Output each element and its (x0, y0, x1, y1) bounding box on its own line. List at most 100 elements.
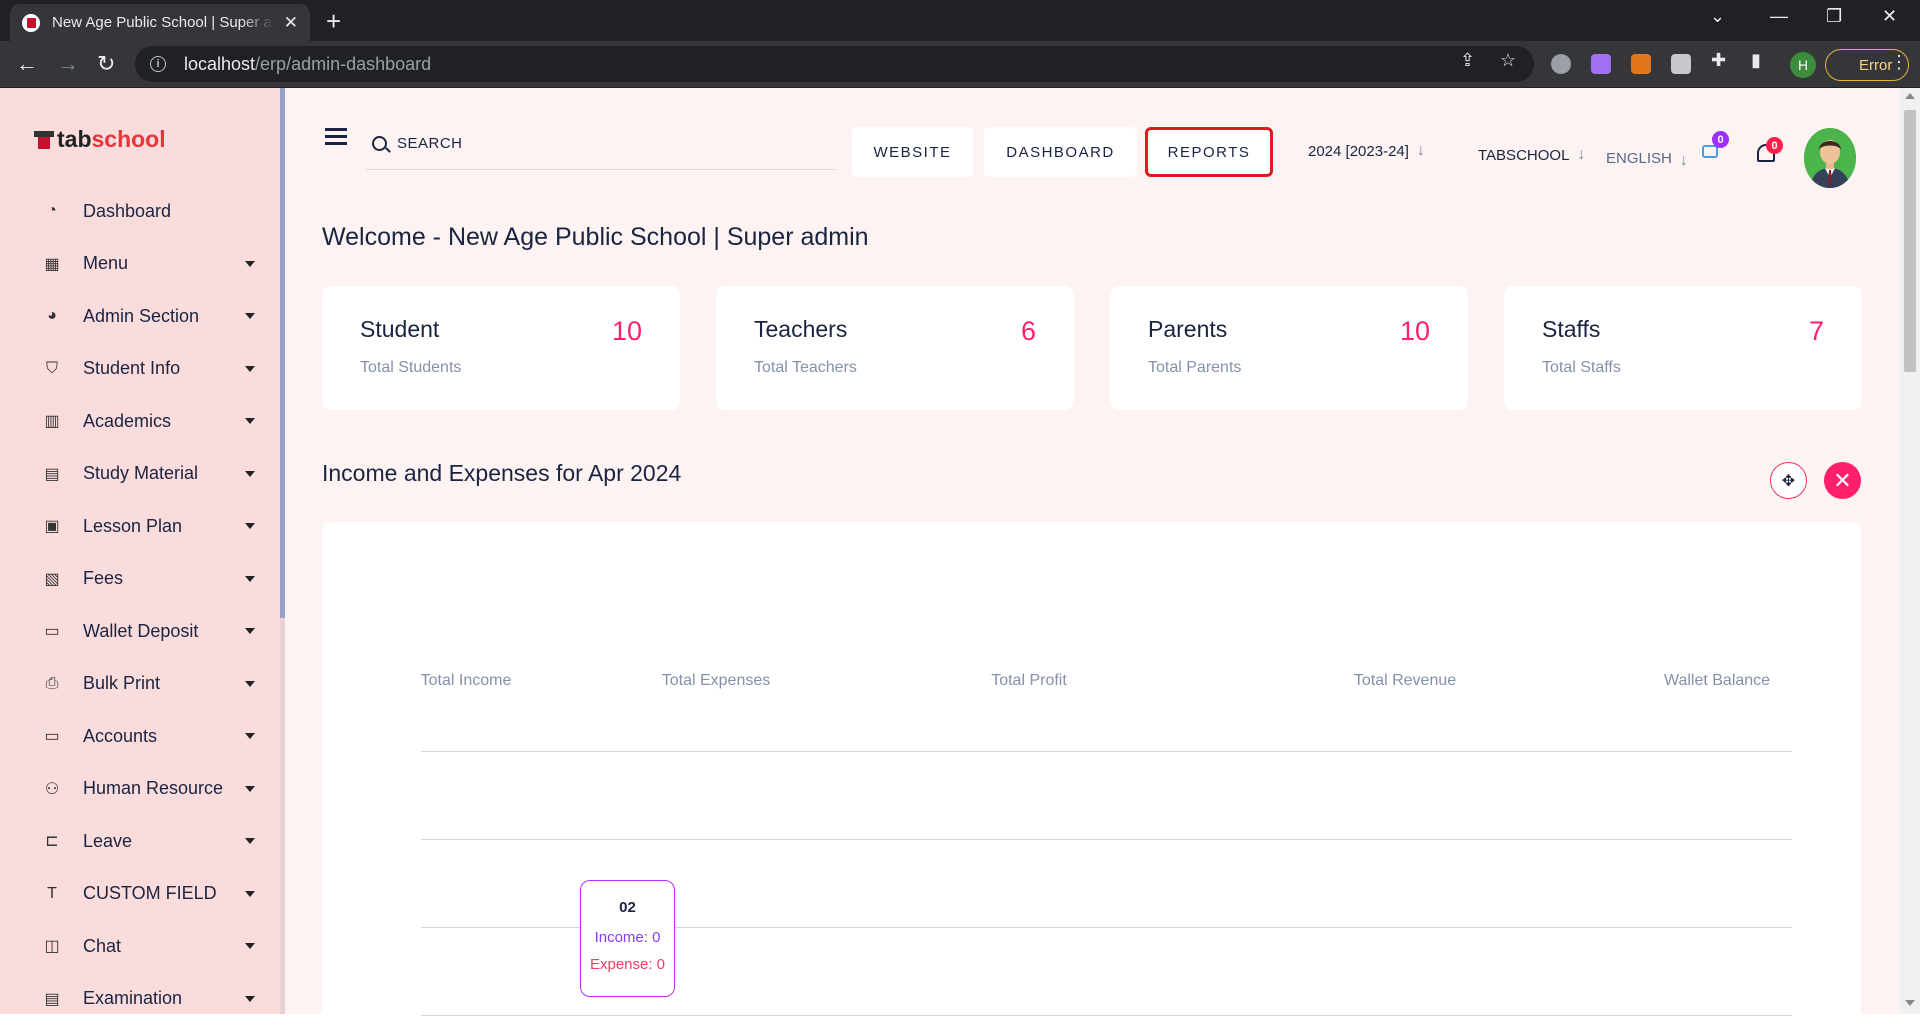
language-dropdown[interactable]: ENGLISH↓ (1606, 146, 1688, 170)
chart-gridline (421, 839, 1792, 840)
forward-arrow-icon[interactable]: → (57, 51, 79, 77)
close-icon[interactable]: ✕ (1824, 462, 1861, 499)
stat-value: 10 (1400, 316, 1430, 347)
search-input[interactable]: SEARCH (366, 118, 836, 170)
sidebar-item-fees[interactable]: ▧Fees (0, 553, 280, 606)
scroll-down-arrow-icon[interactable] (1905, 1000, 1915, 1006)
caret-down-icon[interactable] (245, 418, 255, 424)
sidebar-item-examination[interactable]: ▤Examination (0, 973, 280, 1025)
staffs-stat-card[interactable]: Staffs Total Staffs 7 (1504, 286, 1862, 410)
text-box-icon: T (42, 884, 62, 904)
messages-button[interactable]: 0 (1702, 145, 1720, 161)
tooltip-income: Income: 0 (581, 929, 674, 946)
messages-count-badge: 0 (1712, 131, 1729, 148)
caret-down-icon[interactable] (245, 576, 255, 582)
new-tab-icon[interactable]: + (326, 6, 341, 37)
caret-down-icon[interactable] (245, 471, 255, 477)
tab-search-chevron-icon[interactable]: ⌄ (1710, 6, 1725, 27)
dashboard-button[interactable]: DASHBOARD (984, 127, 1137, 177)
sidebar-item-academics[interactable]: ▥Academics (0, 395, 280, 448)
reports-button[interactable]: REPORTS (1145, 127, 1273, 177)
browser-toolbar: ← → ↻ i localhost/erp/admin-dashboard ⇪ … (0, 41, 1920, 88)
caret-down-icon[interactable] (245, 943, 255, 949)
sidebar-item-admin-section[interactable]: ◕Admin Section (0, 290, 280, 343)
main-scrollbar[interactable] (1900, 88, 1920, 1014)
sidebar-item-menu[interactable]: ▦Menu (0, 238, 280, 291)
sidebar-item-label: Bulk Print (83, 673, 160, 694)
side-panel-icon[interactable]: ▮ (1751, 50, 1761, 71)
caret-down-icon[interactable] (245, 628, 255, 634)
caret-down-icon[interactable] (245, 523, 255, 529)
teachers-stat-card[interactable]: Teachers Total Teachers 6 (716, 286, 1074, 410)
caret-down-icon[interactable] (245, 681, 255, 687)
stat-title: Parents (1148, 316, 1227, 343)
caret-down-icon[interactable] (245, 838, 255, 844)
legend-total-expenses[interactable]: Total Expenses (662, 672, 771, 690)
sidebar-item-bulk-print[interactable]: ⎙Bulk Print (0, 658, 280, 711)
close-tab-icon[interactable]: ✕ (284, 13, 298, 33)
sidebar-item-student-info[interactable]: ⛉Student Info (0, 343, 280, 396)
minimize-icon[interactable]: — (1770, 6, 1788, 27)
caret-down-icon[interactable] (245, 891, 255, 897)
sidebar-item-study-material[interactable]: ▤Study Material (0, 448, 280, 501)
session-dropdown[interactable]: 2024 [2023-24]↓ (1308, 142, 1425, 160)
sidebar-scroll-thumb[interactable] (280, 88, 285, 618)
sidebar-scrollbar[interactable] (280, 88, 285, 1014)
sidebar-item-label: CUSTOM FIELD (83, 883, 217, 904)
sidebar-item-label: Academics (83, 411, 171, 432)
arrow-down-icon: ↓ (1417, 142, 1425, 160)
notifications-button[interactable]: 0 (1757, 141, 1779, 165)
sidebar-item-leave[interactable]: ⊏Leave (0, 815, 280, 868)
legend-total-income[interactable]: Total Income (421, 672, 512, 690)
back-arrow-icon[interactable]: ← (16, 51, 38, 77)
share-icon[interactable]: ⇪ (1460, 50, 1475, 71)
scroll-up-arrow-icon[interactable] (1905, 93, 1915, 99)
move-icon[interactable]: ✥ (1770, 462, 1807, 499)
caret-down-icon[interactable] (245, 366, 255, 372)
tabschool-logo[interactable]: tabschool (34, 126, 166, 153)
url-host: localhost (184, 54, 255, 74)
parents-stat-card[interactable]: Parents Total Parents 10 (1110, 286, 1468, 410)
reload-icon[interactable]: ↻ (97, 51, 115, 77)
website-button[interactable]: WEBSITE (852, 127, 973, 177)
caret-down-icon[interactable] (245, 313, 255, 319)
school-dropdown[interactable]: TABSCHOOL↓ (1478, 146, 1585, 164)
grammarly-extension-icon[interactable] (1551, 54, 1571, 74)
bookmark-star-icon[interactable]: ☆ (1500, 50, 1516, 71)
address-bar[interactable]: i localhost/erp/admin-dashboard (135, 46, 1534, 82)
sidebar-item-custom-field[interactable]: T CUSTOM FIELD (0, 868, 280, 921)
caret-down-icon[interactable] (245, 733, 255, 739)
chart-gridline (421, 751, 1792, 752)
restore-icon[interactable]: ❐ (1826, 6, 1842, 27)
legend-total-profit[interactable]: Total Profit (991, 672, 1067, 690)
metamask-extension-icon[interactable] (1631, 54, 1651, 74)
caret-down-icon[interactable] (245, 786, 255, 792)
main-scroll-thumb[interactable] (1904, 110, 1916, 372)
profile-extension-icon[interactable] (1671, 54, 1691, 74)
tooltip-category: 02 (581, 899, 674, 916)
hamburger-menu-icon[interactable] (325, 128, 347, 144)
stat-subtitle: Total Parents (1148, 359, 1241, 377)
caret-down-icon[interactable] (245, 996, 255, 1002)
sidebar-item-accounts[interactable]: ▭Accounts (0, 710, 280, 763)
sidebar-item-wallet-deposit[interactable]: ▭Wallet Deposit (0, 605, 280, 658)
arrow-down-icon: ↓ (1680, 152, 1688, 170)
legend-wallet-balance[interactable]: Wallet Balance (1664, 672, 1770, 690)
menu-dots-icon[interactable]: ⋮ (1890, 52, 1908, 73)
caret-down-icon[interactable] (245, 261, 255, 267)
sidebar-item-dashboard[interactable]: ◔Dashboard (0, 185, 280, 238)
sidebar-item-chat[interactable]: ◫Chat (0, 920, 280, 973)
legend-total-revenue[interactable]: Total Revenue (1354, 672, 1456, 690)
sidebar-item-human-resource[interactable]: ⚇Human Resource (0, 763, 280, 816)
sidebar-item-lesson-plan[interactable]: ▣Lesson Plan (0, 500, 280, 553)
window-close-icon[interactable]: ✕ (1882, 6, 1897, 27)
feather-extension-icon[interactable] (1591, 54, 1611, 74)
browser-tab[interactable]: New Age Public School | Super admin ✕ (10, 4, 310, 41)
student-stat-card[interactable]: Student Total Students 10 (322, 286, 680, 410)
site-info-icon[interactable]: i (150, 56, 166, 72)
arrow-down-icon: ↓ (1577, 146, 1585, 164)
chat-icon: ◫ (42, 936, 62, 956)
extensions-puzzle-icon[interactable]: ✚ (1711, 50, 1726, 71)
profile-avatar[interactable]: H (1790, 52, 1816, 78)
user-avatar[interactable] (1804, 128, 1856, 188)
